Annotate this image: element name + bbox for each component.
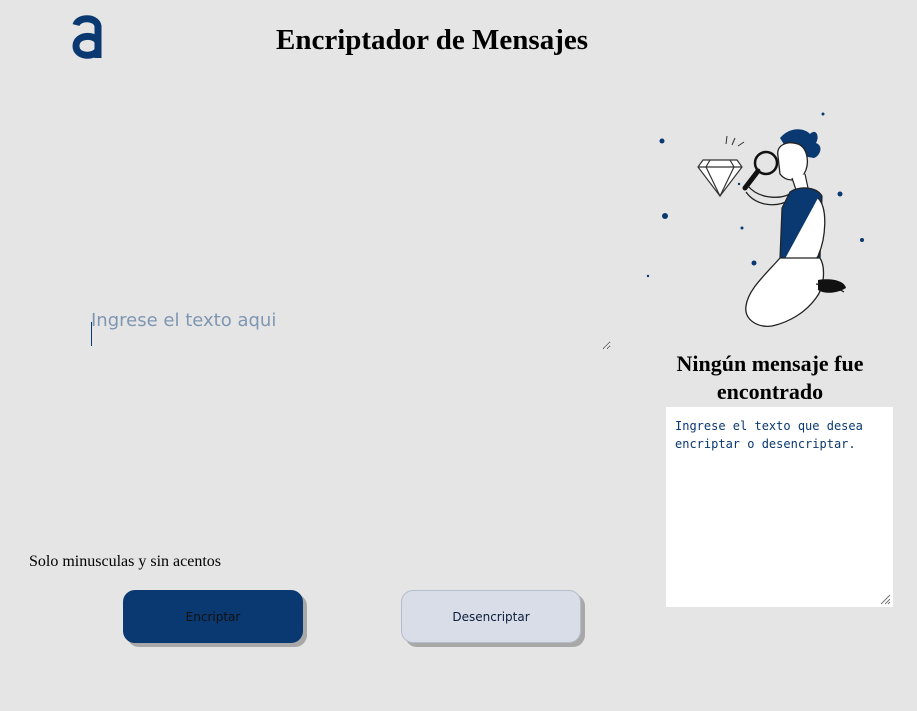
decrypt-button-label: Desencriptar <box>452 609 530 624</box>
resize-handle-icon[interactable] <box>879 593 891 605</box>
output-textarea[interactable]: Ingrese el texto que desea encriptar o d… <box>666 407 893 607</box>
no-message-title: Ningún mensaje fue encontrado <box>676 351 864 404</box>
person-searching-illustration <box>646 112 864 327</box>
encrypt-button[interactable]: Encriptar <box>123 590 303 643</box>
decrypt-button[interactable]: Desencriptar <box>401 590 581 643</box>
message-input[interactable] <box>88 310 611 350</box>
page-title: Encriptador de Mensajes <box>276 24 589 56</box>
text-caret <box>91 322 92 346</box>
hint-text: Solo minusculas y sin acentos <box>29 553 221 570</box>
encrypt-button-label: Encriptar <box>185 609 241 624</box>
logo-icon <box>72 15 102 59</box>
